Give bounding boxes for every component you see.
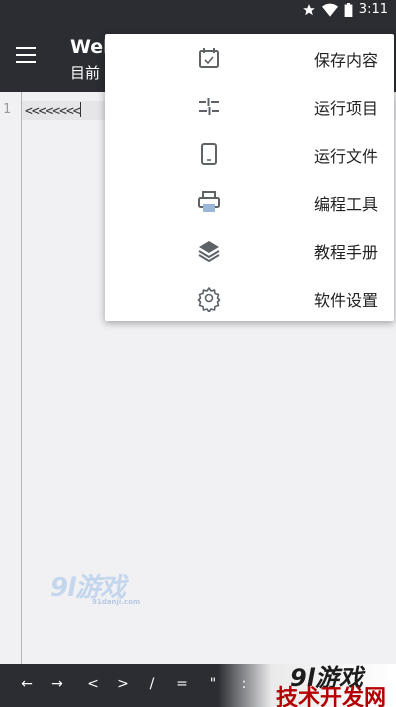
menu-item-tutorial[interactable]: 教程手册 xyxy=(105,226,394,274)
key-arrow-left[interactable]: ← xyxy=(18,676,36,692)
menu-item-save-content[interactable]: 保存内容 xyxy=(105,34,394,82)
key-slash[interactable]: / xyxy=(143,676,161,692)
phone-icon xyxy=(201,143,217,165)
status-bar: 3:11 xyxy=(0,0,396,24)
status-icons: 3:11 xyxy=(302,2,388,17)
overflow-menu: 保存内容 运行项目 运行文件 编程工具 教程手册 软件设置 xyxy=(105,34,394,321)
calendar-check-icon xyxy=(199,48,219,68)
status-time: 3:11 xyxy=(358,2,388,17)
key-greater-than[interactable]: > xyxy=(114,676,132,692)
menu-item-label: 教程手册 xyxy=(313,243,378,262)
watermark-91youxi: 9l游戏 91danji.com xyxy=(50,567,140,606)
menu-item-label: 软件设置 xyxy=(313,291,378,310)
code-text: <<<<<<<< xyxy=(25,104,81,119)
menu-item-label: 编程工具 xyxy=(313,195,378,214)
layers-icon xyxy=(198,241,220,263)
watermark-url: 91danji.com xyxy=(92,598,141,606)
menu-item-label: 运行项目 xyxy=(313,99,378,118)
hamburger-menu-icon[interactable] xyxy=(16,47,36,63)
line-number: 1 xyxy=(3,102,11,117)
menu-item-settings[interactable]: 软件设置 xyxy=(105,274,394,322)
watermark-bottom-text: 技术开发网 xyxy=(276,686,387,707)
app-subtitle: 目前 xyxy=(70,64,101,82)
menu-item-programming-tools[interactable]: 编程工具 xyxy=(105,178,394,226)
gear-icon xyxy=(197,287,221,312)
line-gutter: 1 xyxy=(0,92,22,664)
code-line[interactable]: <<<<<<<< xyxy=(25,102,81,119)
sliders-icon xyxy=(199,98,219,115)
key-less-than[interactable]: < xyxy=(84,676,102,692)
menu-item-label: 运行文件 xyxy=(313,147,378,166)
text-cursor xyxy=(79,102,81,117)
menu-item-run-project[interactable]: 运行项目 xyxy=(105,82,394,130)
printer-icon xyxy=(198,191,220,212)
wifi-icon xyxy=(321,3,338,17)
star-icon xyxy=(302,3,315,15)
menu-item-label: 保存内容 xyxy=(313,51,378,70)
menu-item-run-file[interactable]: 运行文件 xyxy=(105,130,394,178)
key-arrow-right[interactable]: → xyxy=(48,676,66,692)
battery-icon xyxy=(344,2,353,17)
key-equals[interactable]: = xyxy=(173,676,191,692)
